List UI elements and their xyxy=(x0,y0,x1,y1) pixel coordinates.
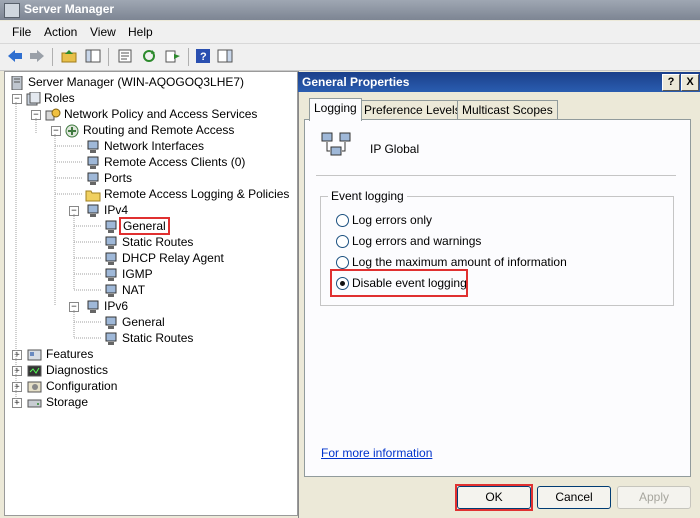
show-hide-tree-icon[interactable] xyxy=(84,47,102,65)
radio-log-errors-warnings[interactable] xyxy=(336,235,349,248)
menu-bar: File Action View Help xyxy=(0,21,700,44)
title-bar: Server Manager xyxy=(0,0,700,20)
properties-icon[interactable] xyxy=(116,47,134,65)
forward-icon[interactable] xyxy=(28,47,46,65)
menu-file[interactable]: File xyxy=(12,25,31,39)
ip-global-label: IP Global xyxy=(370,142,420,156)
event-logging-group-label: Event logging xyxy=(328,189,407,203)
highlight-disable-logging xyxy=(330,269,468,297)
server-manager-icon xyxy=(4,3,20,18)
tree-lines xyxy=(15,102,101,402)
refresh-icon[interactable] xyxy=(140,47,158,65)
dialog-close-button[interactable]: X xyxy=(681,74,699,91)
action-pane-icon[interactable] xyxy=(216,47,234,65)
tab-multicast-scopes[interactable]: Multicast Scopes xyxy=(457,100,558,120)
svg-text:?: ? xyxy=(200,51,207,63)
dialog-help-button[interactable]: ? xyxy=(662,74,680,91)
help-icon[interactable]: ? xyxy=(194,47,212,65)
header-divider xyxy=(316,175,676,176)
toolbar: ? xyxy=(0,44,700,71)
label-log-errors-only: Log errors only xyxy=(352,213,433,227)
radio-log-errors-only[interactable] xyxy=(336,214,349,227)
dialog-title-bar: General Properties ? X xyxy=(298,72,700,92)
cancel-button[interactable]: Cancel xyxy=(537,486,611,509)
window-title: Server Manager xyxy=(24,2,115,16)
highlight-ok-button xyxy=(455,484,533,511)
radio-log-maximum[interactable] xyxy=(336,256,349,269)
console-tree: Server Manager (WIN-AQOGOQ3LHE7) − Roles… xyxy=(4,71,298,516)
tab-preference-levels[interactable]: Preference Levels xyxy=(359,100,466,120)
ip-global-icon xyxy=(320,132,354,165)
menu-help[interactable]: Help xyxy=(128,25,153,39)
back-icon[interactable] xyxy=(6,47,24,65)
apply-button[interactable]: Apply xyxy=(617,486,691,509)
menu-view[interactable]: View xyxy=(90,25,116,39)
menu-action[interactable]: Action xyxy=(44,25,77,39)
tab-logging[interactable]: Logging xyxy=(309,98,362,121)
label-log-errors-warnings: Log errors and warnings xyxy=(352,234,482,248)
label-log-maximum: Log the maximum amount of information xyxy=(352,255,567,269)
dialog-title: General Properties xyxy=(302,75,410,89)
export-list-icon[interactable] xyxy=(164,47,182,65)
up-folder-icon[interactable] xyxy=(60,47,78,65)
more-info-link[interactable]: For more information xyxy=(321,446,432,460)
